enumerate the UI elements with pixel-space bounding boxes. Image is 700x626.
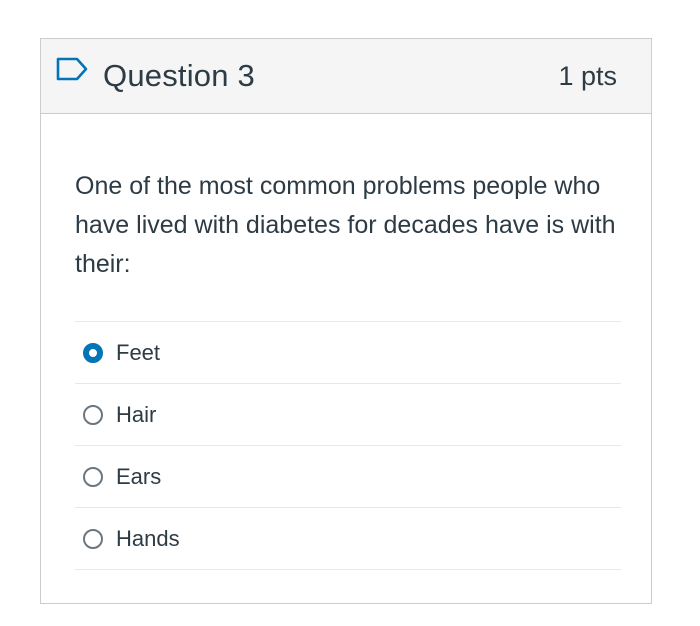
question-text: One of the most common problems people w…: [75, 172, 616, 278]
radio-button[interactable]: [83, 528, 103, 549]
answer-option-hair[interactable]: Hair: [75, 384, 621, 446]
question-title: Question 3: [103, 58, 255, 93]
question-card: Question 3 1 pts One of the most common …: [40, 38, 652, 604]
answer-label: Ears: [116, 463, 162, 489]
flag-icon[interactable]: [55, 56, 89, 82]
question-header: Question 3 1 pts: [41, 39, 651, 114]
answer-label: Hands: [116, 525, 180, 551]
question-points: 1 pts: [558, 61, 617, 91]
answer-list: Feet Hair Ears Hands: [75, 321, 621, 570]
radio-button[interactable]: [83, 342, 103, 363]
radio-button[interactable]: [83, 466, 103, 487]
answer-label: Hair: [116, 401, 157, 427]
answer-label: Feet: [116, 339, 161, 365]
radio-button[interactable]: [83, 404, 103, 425]
answer-option-hands[interactable]: Hands: [75, 508, 621, 570]
answer-option-feet[interactable]: Feet: [75, 322, 621, 384]
answer-option-ears[interactable]: Ears: [75, 446, 621, 508]
